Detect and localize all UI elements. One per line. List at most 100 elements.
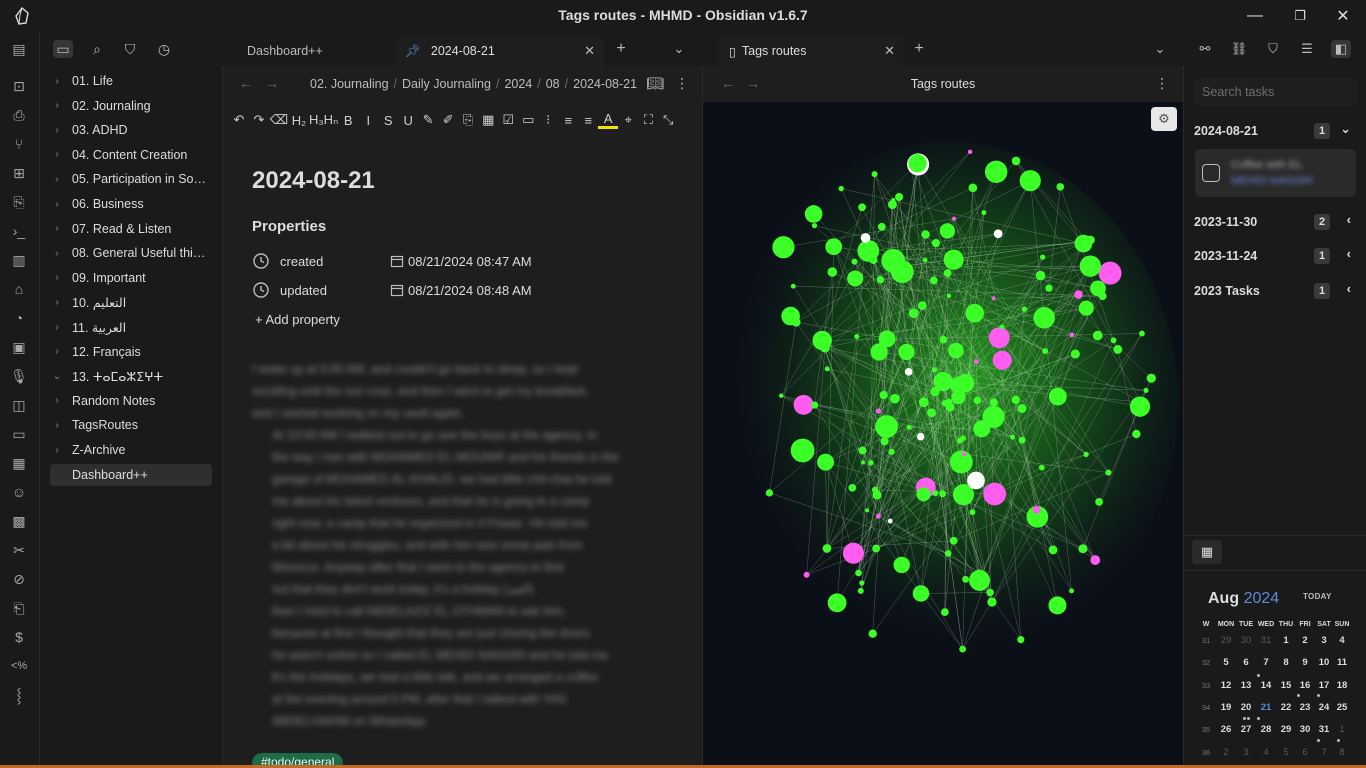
graph-node[interactable] — [987, 597, 997, 607]
graph-node[interactable] — [1105, 469, 1112, 476]
graph-node[interactable] — [868, 459, 874, 466]
backlinks-icon[interactable]: ⚯ — [1195, 40, 1215, 58]
recent-files-icon[interactable]: ◷ — [154, 40, 174, 58]
graph-settings-icon[interactable]: ⚙ — [1151, 107, 1177, 131]
chevron-right-icon[interactable]: › — [50, 223, 64, 234]
footprints-icon[interactable]: ⸾ — [10, 686, 28, 704]
graph-node[interactable] — [1048, 545, 1058, 555]
chevron-left-icon[interactable]: ‹ — [1347, 212, 1351, 227]
calendar-day[interactable]: 24 — [1314, 702, 1334, 713]
folder-item[interactable]: › 03. ADHD — [50, 119, 212, 141]
graph-node[interactable] — [1110, 337, 1117, 344]
graph-node[interactable] — [875, 415, 898, 438]
graph-node[interactable] — [939, 490, 946, 498]
graph-node[interactable] — [779, 393, 784, 398]
properties-heading[interactable]: Properties — [252, 218, 326, 235]
tab-2024-08-21[interactable]: 📌︎ 2024-08-21 ✕ — [395, 36, 603, 66]
graph-node[interactable] — [891, 197, 896, 203]
graph-node[interactable] — [1042, 348, 1049, 355]
graph-node[interactable] — [1146, 373, 1156, 383]
graph-node[interactable] — [1011, 156, 1021, 166]
graph-node[interactable] — [969, 509, 976, 516]
chevron-right-icon[interactable]: › — [50, 322, 64, 333]
percent-icon[interactable]: <% — [10, 657, 28, 675]
maximize-button[interactable]: ❐ — [1277, 0, 1323, 32]
graph-node[interactable] — [1010, 434, 1016, 440]
calendar-day[interactable]: 9 — [1295, 657, 1315, 668]
graph-node[interactable] — [772, 236, 795, 259]
dollar-icon[interactable]: $ — [10, 628, 28, 646]
graph-node[interactable] — [1078, 544, 1088, 554]
graph-node[interactable] — [906, 424, 912, 430]
toolbar-button[interactable]: ≡ — [578, 113, 598, 128]
calendar-day[interactable]: 25 — [1332, 702, 1352, 713]
graph-node[interactable] — [908, 308, 919, 319]
graph-node[interactable] — [968, 183, 978, 193]
task-group[interactable]: 2024-08-21 1 ⌄ — [1194, 120, 1357, 142]
calendar-day[interactable]: 30 — [1295, 724, 1315, 735]
graph-node[interactable] — [927, 408, 936, 418]
property-row[interactable]: created 08/21/2024 08:47 AM — [252, 250, 532, 272]
calendar-day[interactable]: 11 — [1332, 657, 1352, 668]
graph-node[interactable] — [1139, 330, 1145, 337]
week-number[interactable]: 31 — [1196, 636, 1216, 645]
graph-node[interactable] — [1045, 284, 1053, 292]
graph-node[interactable] — [912, 585, 930, 602]
toolbar-button[interactable]: ↶ — [229, 112, 249, 128]
graph-node[interactable] — [838, 185, 844, 192]
graph-node[interactable] — [858, 446, 867, 455]
copy-file-icon[interactable]: ⎗ — [10, 599, 28, 617]
command-palette-icon[interactable]: ›_ — [10, 222, 28, 240]
folder-item[interactable]: › 07. Read & Listen — [50, 218, 212, 240]
graph-node[interactable] — [962, 575, 970, 583]
gauge-icon[interactable]: ◔ — [10, 309, 28, 327]
close-tab-icon[interactable]: ✕ — [884, 43, 895, 59]
graph-node[interactable] — [872, 490, 882, 500]
graph-node[interactable] — [944, 550, 952, 557]
week-number[interactable]: 34 — [1196, 703, 1216, 712]
graph-node[interactable] — [961, 451, 967, 457]
graph-node[interactable] — [932, 490, 939, 497]
graph-node[interactable] — [983, 482, 1007, 506]
calendar-day[interactable]: 7 — [1314, 747, 1334, 758]
graph-node[interactable] — [1017, 404, 1027, 413]
calendar-day[interactable]: 3 — [1314, 635, 1334, 646]
graph-node[interactable] — [956, 374, 975, 393]
search-icon[interactable]: ⌕ — [87, 40, 107, 58]
calendar-day[interactable]: 20 — [1236, 702, 1256, 713]
toggle-right-sidebar-icon[interactable]: ◧ — [1331, 40, 1351, 58]
graph-node[interactable] — [949, 450, 973, 474]
graph-node[interactable] — [880, 437, 889, 446]
graph-node[interactable] — [1129, 396, 1151, 417]
graph-node[interactable] — [1132, 429, 1141, 439]
graph-node[interactable] — [1032, 505, 1041, 514]
graph-node[interactable] — [824, 366, 830, 372]
graph-node[interactable] — [967, 149, 973, 155]
graph-node[interactable] — [931, 367, 937, 373]
folder-item[interactable]: › 05. Participation in Soci... — [50, 168, 212, 190]
toolbar-button[interactable]: ⁝ — [538, 112, 558, 128]
graph-node[interactable] — [1069, 588, 1074, 594]
breadcrumb-item[interactable]: 2024 — [504, 77, 532, 91]
calendar-day[interactable]: 30 — [1236, 635, 1256, 646]
graph-node[interactable] — [1090, 555, 1101, 565]
graph-node[interactable] — [945, 398, 953, 406]
graph-node[interactable] — [908, 347, 915, 354]
toolbar-button[interactable]: ✎ — [418, 112, 438, 128]
task-group[interactable]: 2023-11-24 1 ‹ — [1194, 245, 1357, 267]
bookmark-icon[interactable]: ⛉ — [120, 40, 140, 58]
toolbar-button[interactable]: A — [598, 111, 619, 129]
toolbar-button[interactable]: ▦ — [478, 112, 498, 128]
graph-node[interactable] — [967, 471, 985, 490]
chevron-right-icon[interactable]: › — [50, 100, 64, 111]
open-quick-switcher-icon[interactable]: ⎙ — [10, 106, 28, 124]
graph-node[interactable] — [847, 270, 864, 287]
calendar-day[interactable]: 1 — [1332, 724, 1352, 735]
toolbar-button[interactable]: B — [338, 113, 358, 128]
folder-item[interactable]: › العربية .11 — [50, 316, 212, 338]
graph-node[interactable] — [875, 513, 881, 519]
graph-node[interactable] — [811, 223, 818, 229]
chevron-right-icon[interactable]: › — [50, 297, 64, 308]
graph-node[interactable] — [827, 267, 838, 277]
toolbar-button[interactable]: H₂ — [289, 113, 309, 128]
